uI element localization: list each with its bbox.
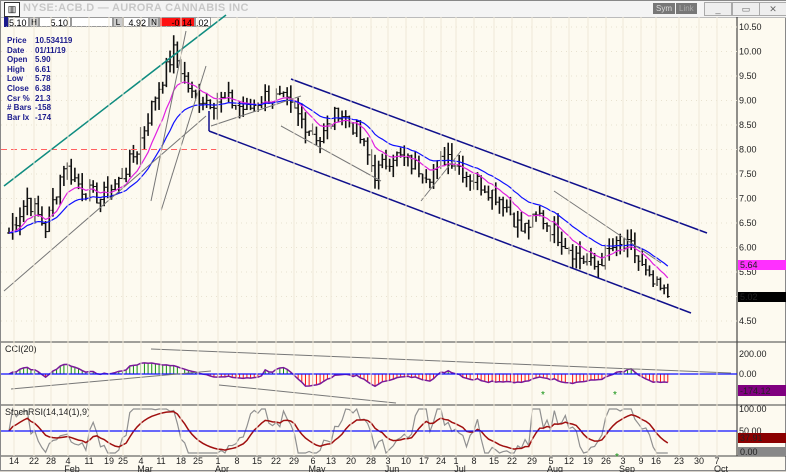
- date-tick: 18: [176, 456, 186, 466]
- date-tick: 8: [471, 456, 476, 466]
- star-icon: *: [613, 390, 617, 401]
- date-tick: 28: [366, 456, 376, 466]
- info-value: 6.38: [35, 83, 51, 93]
- stochrsi-fast-label: 0.00: [740, 447, 758, 457]
- info-value: 01/11/19: [35, 45, 66, 55]
- cci-title: CCI(20): [5, 344, 37, 354]
- price-tick: 7.00: [739, 194, 757, 204]
- date-tick: 22: [271, 456, 281, 466]
- price-tick: 4.50: [739, 316, 757, 326]
- date-tick: 8: [234, 456, 239, 466]
- date-tick: 12: [564, 456, 574, 466]
- date-tick: 19: [104, 456, 114, 466]
- price-tick: 8.00: [739, 145, 757, 155]
- info-key: Bar Ix: [7, 112, 30, 122]
- info-key: Low: [7, 74, 23, 84]
- trend-line: [160, 65, 207, 212]
- info-key: High: [7, 64, 25, 74]
- cursor-info-panel: Price 10.534119 Date 01/11/19 Open 5.90 High 6.…: [7, 36, 73, 125]
- stochrsi-tick: 100.00: [739, 404, 767, 414]
- info-value: 5.90: [35, 55, 51, 65]
- star-icon: *: [541, 390, 545, 401]
- price-tick: 6.00: [739, 243, 757, 253]
- stochrsi-title: StochRSI(14,14(1),9): [5, 407, 90, 417]
- price-tick: 9.00: [739, 96, 757, 106]
- date-tick: 11: [84, 456, 93, 466]
- info-value: -158: [35, 103, 52, 113]
- price-tick: 10.50: [739, 22, 762, 32]
- info-value: -174: [35, 112, 52, 122]
- date-tick: 20: [346, 456, 356, 466]
- date-tick: 30: [694, 456, 704, 466]
- cci-tick: 200.00: [739, 349, 767, 359]
- date-tick: 14: [9, 456, 19, 466]
- channel-lower-line: [208, 130, 692, 314]
- date-tick: 13: [326, 456, 336, 466]
- date-tick: 10: [401, 456, 411, 466]
- info-value: 21.3: [35, 93, 51, 103]
- price-tick: 7.50: [739, 169, 757, 179]
- info-value: 5.78: [35, 74, 51, 84]
- date-tick: 22: [507, 456, 517, 466]
- date-tick: 15: [489, 456, 499, 466]
- date-tick: 28: [46, 456, 56, 466]
- date-tick: 29: [527, 456, 537, 466]
- info-value: 10.534119: [35, 36, 73, 45]
- chart-window: ▥ NYSE:ACB.D — AURORA CANNABIS INC Sym L…: [0, 0, 786, 472]
- info-key: Date: [7, 45, 25, 55]
- price-tick: 6.50: [739, 218, 757, 228]
- cci-value-label: -174.12: [740, 386, 771, 396]
- info-key: # Bars: [7, 103, 32, 113]
- date-tick: 17: [419, 456, 429, 466]
- date-tick: 24: [436, 456, 446, 466]
- info-value: 6.61: [35, 64, 51, 74]
- last-price-label: 5.02: [740, 292, 758, 302]
- cci-trend-line: [218, 384, 397, 404]
- date-tick: 11: [156, 456, 165, 466]
- ema-value-label: 5.64: [740, 260, 758, 270]
- cci-tick: 0.00: [739, 369, 757, 379]
- stochrsi-value-label: 37.91: [740, 433, 763, 443]
- info-key: Price: [7, 36, 27, 45]
- date-tick: 25: [193, 456, 203, 466]
- trend-line: [553, 190, 662, 264]
- date-tick: 26: [601, 456, 611, 466]
- cursor-info-row: Bar Ix -174: [7, 112, 72, 125]
- date-tick: 9: [638, 456, 643, 466]
- date-tick: 29: [289, 456, 299, 466]
- date-tick: 19: [583, 456, 593, 466]
- info-key: Close: [7, 83, 29, 93]
- price-tick: 9.50: [739, 71, 757, 81]
- date-tick: 22: [29, 456, 39, 466]
- date-tick: 25: [118, 456, 128, 466]
- info-key: Csr %: [7, 93, 30, 103]
- chart-area[interactable]: 10.50 10.00 9.50 9.00 8.50 8.00 7.50 7.00 6.50 6.…: [1, 1, 786, 472]
- info-key: Open: [7, 55, 28, 65]
- date-tick: 15: [252, 456, 262, 466]
- price-tick: 8.50: [739, 120, 757, 130]
- price-tick: 10.00: [739, 47, 762, 57]
- star-icon: *: [615, 452, 619, 463]
- date-tick: 23: [674, 456, 684, 466]
- date-tick: 16: [651, 456, 661, 466]
